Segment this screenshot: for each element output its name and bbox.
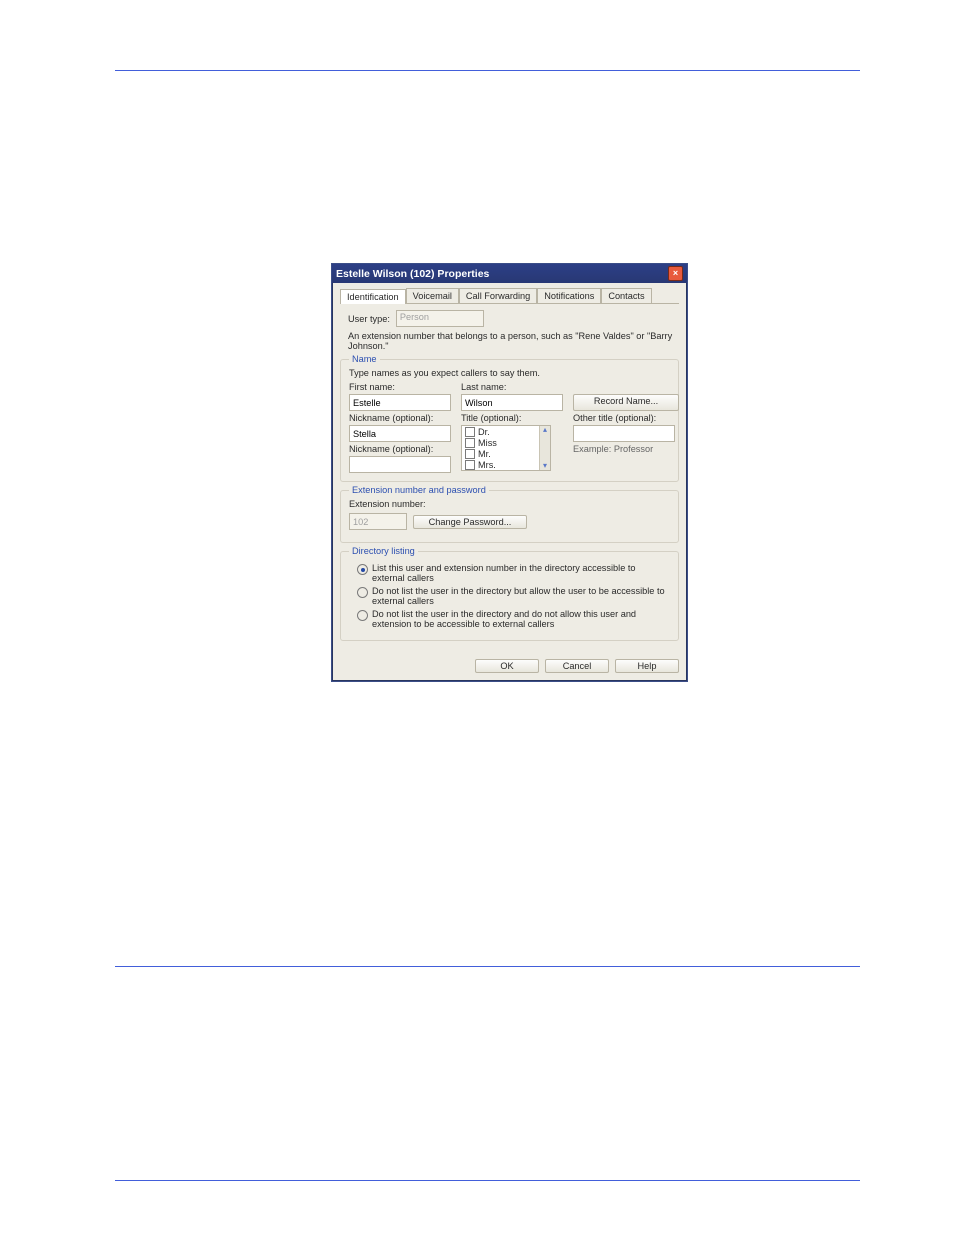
directory-radio-2[interactable] xyxy=(357,587,368,598)
other-title-input[interactable] xyxy=(573,425,675,442)
divider-top xyxy=(115,70,860,71)
divider-middle xyxy=(115,966,860,967)
directory-group-title: Directory listing xyxy=(349,546,418,556)
tab-notifications[interactable]: Notifications xyxy=(537,288,601,303)
title-opt-mrs: Mrs. xyxy=(478,460,496,470)
tab-call-forwarding[interactable]: Call Forwarding xyxy=(459,288,537,303)
extension-group: Extension number and password Extension … xyxy=(340,490,679,543)
title-listbox[interactable]: Dr. Miss Mr. Mrs. ▴ ▾ xyxy=(461,425,551,471)
nickname2-label: Nickname (optional): xyxy=(349,444,455,454)
divider-bottom xyxy=(115,1180,860,1181)
directory-radio-3[interactable] xyxy=(357,610,368,621)
last-name-input[interactable] xyxy=(461,394,563,411)
extension-group-title: Extension number and password xyxy=(349,485,489,495)
title-opt-mr: Mr. xyxy=(478,449,491,459)
title-opt-miss: Miss xyxy=(478,438,497,448)
directory-group: Directory listing List this user and ext… xyxy=(340,551,679,641)
tab-voicemail[interactable]: Voicemail xyxy=(406,288,459,303)
tab-bar: Identification Voicemail Call Forwarding… xyxy=(340,288,679,304)
change-password-button[interactable]: Change Password... xyxy=(413,515,527,529)
directory-radio-1[interactable] xyxy=(357,564,368,575)
directory-opt2: Do not list the user in the directory bu… xyxy=(372,586,670,606)
dialog-footer: OK Cancel Help xyxy=(332,653,687,681)
ok-button[interactable]: OK xyxy=(475,659,539,673)
chevron-up-icon[interactable]: ▴ xyxy=(543,426,547,434)
name-group: Name Type names as you expect callers to… xyxy=(340,359,679,482)
dialog-titlebar: Estelle Wilson (102) Properties × xyxy=(332,264,687,283)
extension-label: Extension number: xyxy=(349,499,670,509)
cancel-button[interactable]: Cancel xyxy=(545,659,609,673)
nickname1-input[interactable] xyxy=(349,425,451,442)
chevron-down-icon[interactable]: ▾ xyxy=(543,462,547,470)
nickname1-label: Nickname (optional): xyxy=(349,413,455,423)
extension-input xyxy=(349,513,407,530)
name-group-title: Name xyxy=(349,354,380,364)
last-name-label: Last name: xyxy=(461,382,567,392)
user-type-select: Person xyxy=(396,310,484,327)
title-list-scrollbar[interactable]: ▴ ▾ xyxy=(539,426,550,470)
title-example: Example: Professor xyxy=(573,444,679,454)
nickname2-input[interactable] xyxy=(349,456,451,473)
title-opt-dr: Dr. xyxy=(478,427,490,437)
other-title-label: Other title (optional): xyxy=(573,413,679,423)
help-button[interactable]: Help xyxy=(615,659,679,673)
dialog-title: Estelle Wilson (102) Properties xyxy=(336,268,489,280)
close-icon[interactable]: × xyxy=(668,266,683,281)
first-name-label: First name: xyxy=(349,382,455,392)
properties-dialog: Estelle Wilson (102) Properties × Identi… xyxy=(331,263,688,682)
user-type-note: An extension number that belongs to a pe… xyxy=(348,331,679,351)
tab-contacts[interactable]: Contacts xyxy=(601,288,651,303)
directory-opt3: Do not list the user in the directory an… xyxy=(372,609,670,629)
user-type-label: User type: xyxy=(348,314,390,324)
record-name-button[interactable]: Record Name... xyxy=(573,394,679,411)
first-name-input[interactable] xyxy=(349,394,451,411)
directory-opt1: List this user and extension number in t… xyxy=(372,563,670,583)
tab-identification[interactable]: Identification xyxy=(340,289,406,304)
title-label: Title (optional): xyxy=(461,413,567,423)
name-hint: Type names as you expect callers to say … xyxy=(349,368,670,378)
